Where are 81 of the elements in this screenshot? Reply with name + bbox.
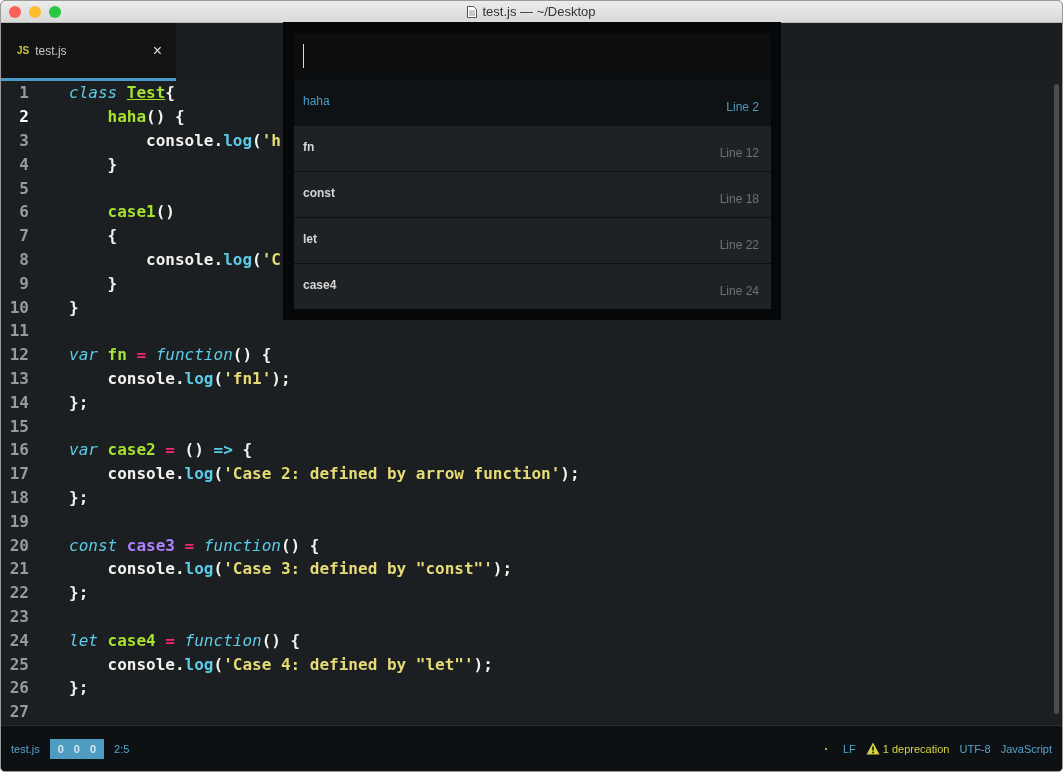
line-number: 1 [18,83,29,103]
line-number: 25 [8,654,29,674]
line-number: 5 [18,178,29,198]
code-line: }; [69,678,89,698]
line-number: 12 [8,345,29,365]
symbol-item[interactable]: fn Line 12 [294,125,771,171]
line-number: 24 [8,630,29,650]
symbol-item[interactable]: case4 Line 24 [294,263,771,309]
document-icon [467,5,478,18]
file-tab[interactable]: JS test.js × [1,23,176,81]
search-field[interactable] [294,33,771,79]
line-number: 17 [8,464,29,484]
code-line: }; [69,583,89,603]
line-number: 11 [8,321,29,341]
tab-label: test.js [35,43,68,58]
line-number: 14 [8,392,29,412]
line-number: 19 [8,511,29,531]
close-icon[interactable]: × [152,41,162,60]
symbol-item[interactable]: const Line 18 [294,171,771,217]
code-line: { [106,226,118,246]
line-label: Line 18 [719,191,759,208]
line-number: 10 [8,297,29,317]
line-number: 23 [8,606,29,626]
file-type-label: JS [17,45,30,56]
symbol-name: fn [303,139,315,156]
close-icon[interactable] [9,5,21,18]
line-number: 26 [8,678,29,698]
code-line: console.log('Case 2: defined by arrow function'); [106,464,580,484]
code-line: console.log('C [145,249,281,269]
symbol-name: case4 [303,277,337,294]
line-number: 2 [18,107,29,127]
line-label: Line 2 [726,99,759,116]
line-ending[interactable]: LF [842,742,856,755]
line-number: 18 [8,487,29,507]
encoding[interactable]: UTF-8 [959,742,991,755]
line-label: Line 12 [719,145,759,162]
minimize-icon[interactable] [29,5,41,18]
line-number: 9 [18,273,29,293]
code-line: console.log('fn1'); [106,368,291,388]
zoom-icon[interactable] [49,5,61,18]
grammar[interactable]: JavaScript [1000,742,1052,755]
code-line: haha() { [106,107,185,127]
window-title: test.js — ~/Desktop [482,4,596,19]
symbol-name: let [303,231,317,248]
code-line: let case4 = function() { [69,630,301,650]
line-number: 3 [18,131,29,150]
code-line: console.log('Case 3: defined by "const"'); [106,559,513,579]
code-line: }; [69,487,89,507]
line-number: 27 [8,702,29,722]
line-number: 15 [8,416,29,436]
cursor-position[interactable]: 2:5 [114,742,130,755]
code-line: } [106,154,118,174]
code-line: class Test{ [69,83,175,103]
code-line: console.log('Case 4: defined by "let"'); [106,654,493,674]
code-line: var fn = function() { [69,345,272,365]
code-line: var case2 = () => { [69,440,253,460]
symbol-name: haha [303,93,330,110]
line-number: 7 [18,226,29,246]
code-line: case1() [106,202,175,222]
line-number: 6 [18,202,29,222]
symbol-name: const [303,185,335,202]
warning-icon [865,742,880,755]
line-number: 8 [18,249,29,269]
file-name[interactable]: test.js [11,742,40,755]
line-number: 21 [8,559,29,579]
line-number: 13 [8,368,29,388]
code-line: } [106,273,118,293]
code-line: }; [69,392,89,412]
line-number: 20 [8,535,29,555]
line-label: Line 24 [719,283,759,300]
scrollbar[interactable] [1054,84,1059,714]
symbol-item[interactable]: let Line 22 [294,217,771,263]
line-label: Line 22 [719,237,759,254]
line-number: 16 [8,440,29,460]
line-number: 22 [8,583,29,603]
deprecation-button[interactable]: 1 deprecation [865,742,950,755]
code-line: console.log('h [145,131,281,150]
code-line: } [69,297,79,317]
code-line: const case3 = function() { [69,535,320,555]
symbol-item[interactable]: haha Line 2 [294,79,771,125]
line-number: 4 [18,154,29,174]
